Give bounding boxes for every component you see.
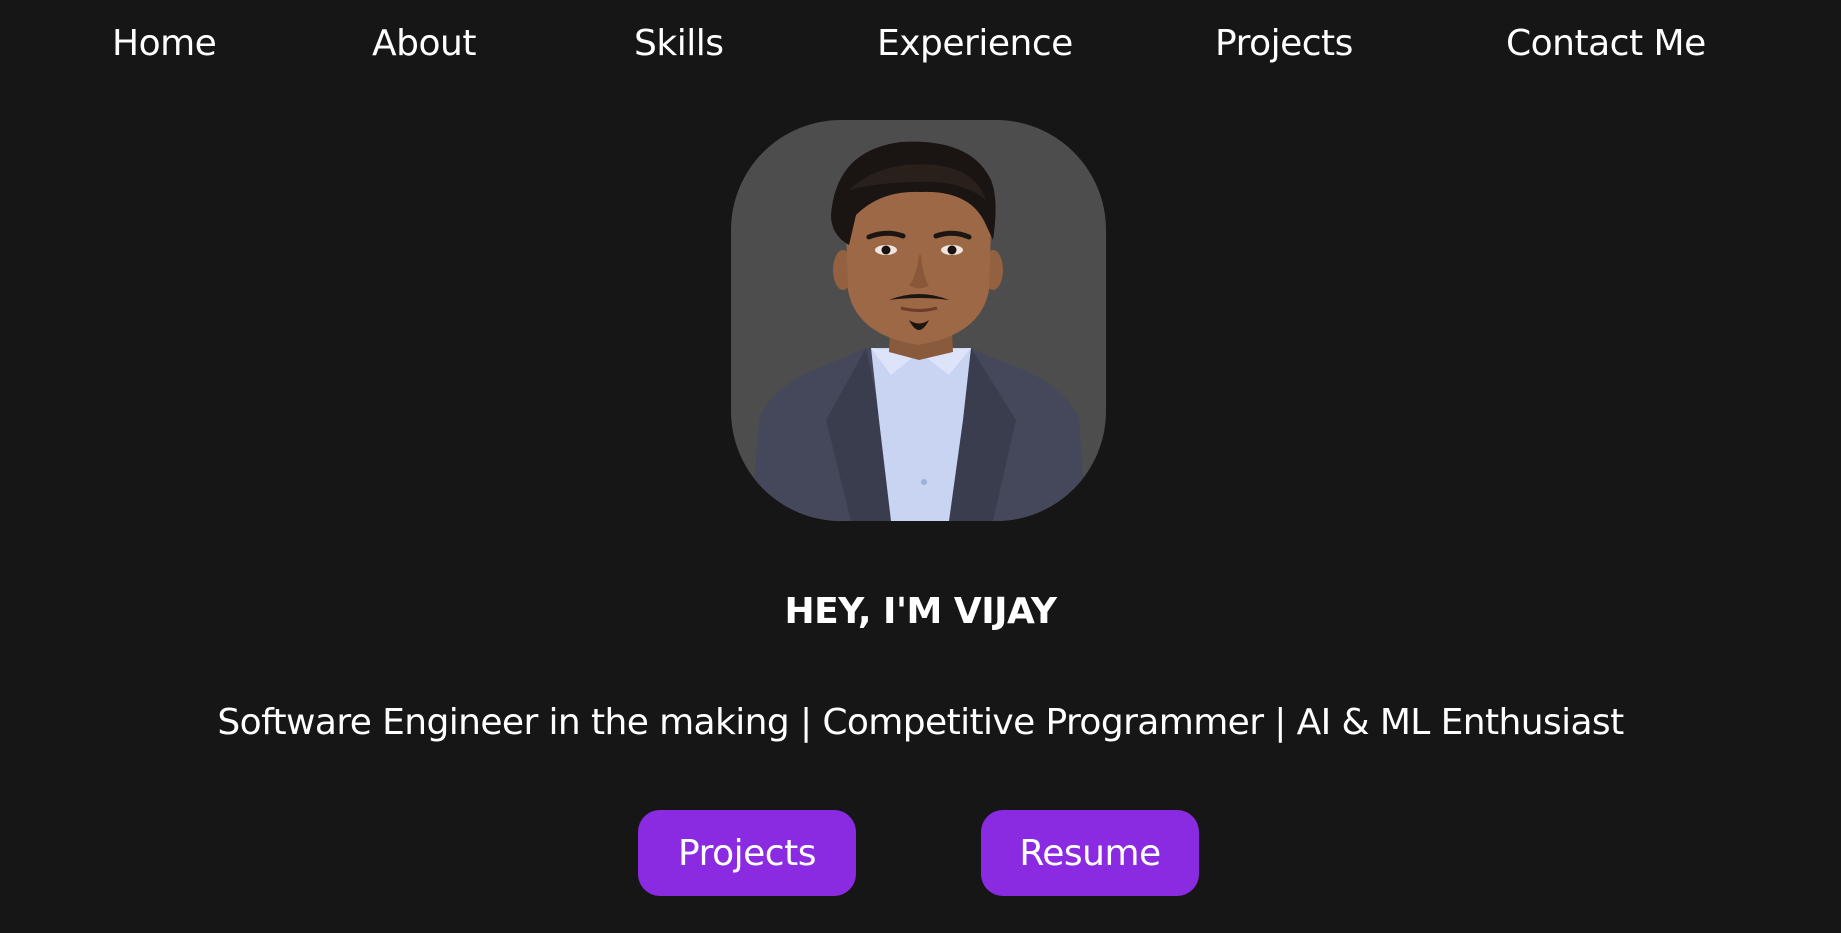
nav-link-projects[interactable]: Projects	[1215, 22, 1353, 66]
nav-link-contact[interactable]: Contact Me	[1506, 22, 1706, 66]
nav-link-experience[interactable]: Experience	[877, 22, 1073, 66]
profile-photo	[731, 120, 1106, 521]
nav-link-about[interactable]: About	[372, 22, 476, 66]
hero-title: HEY, I'M VIJAY	[784, 591, 1057, 632]
top-nav: Home About Skills Experience Projects Co…	[0, 0, 1841, 92]
resume-button[interactable]: Resume	[981, 810, 1199, 896]
hero-subtitle: Software Engineer in the making | Compet…	[217, 702, 1624, 743]
nav-link-skills[interactable]: Skills	[634, 22, 724, 66]
person-portrait-icon	[751, 141, 1086, 521]
page: Home About Skills Experience Projects Co…	[0, 0, 1841, 933]
projects-button[interactable]: Projects	[638, 810, 856, 896]
nav-link-home[interactable]: Home	[112, 22, 217, 66]
